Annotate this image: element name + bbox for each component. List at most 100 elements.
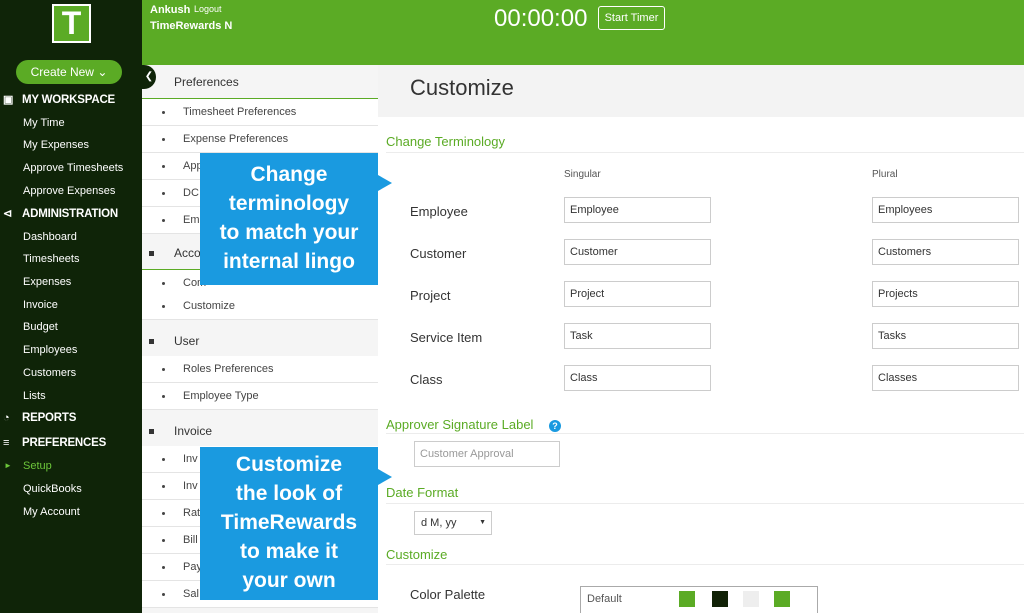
color-swatch — [743, 591, 759, 607]
monitor-icon: ▣ — [3, 94, 14, 106]
company-name: TimeRewards N — [150, 20, 233, 32]
pref-item-timesheet[interactable]: Timesheet Preferences — [142, 99, 378, 126]
pref-item-label: Em — [183, 214, 200, 226]
app-logo[interactable]: T — [52, 4, 91, 43]
term-label-customer: Customer — [410, 246, 467, 261]
date-format-select[interactable]: d M, yy ▼ — [414, 511, 492, 535]
sidebar-item-customers[interactable]: Customers — [23, 363, 76, 383]
color-palette-label: Color Palette — [410, 587, 486, 602]
class-singular-input[interactable]: Class — [564, 365, 711, 391]
sidebar-item-employees[interactable]: Employees — [23, 340, 77, 360]
approver-signature-input[interactable]: Customer Approval — [414, 441, 560, 467]
caret-down-icon: ▼ — [479, 519, 486, 526]
pref-head-label: User — [174, 334, 200, 348]
square-bullet-icon — [149, 251, 154, 256]
callout-line: to match your — [219, 221, 359, 244]
sidebar-item-invoice[interactable]: Invoice — [23, 295, 58, 315]
help-icon[interactable]: ? — [549, 420, 561, 432]
sidebar-item-my-expenses[interactable]: My Expenses — [23, 135, 89, 155]
bullet-icon — [162, 566, 165, 569]
page-title: Customize — [410, 75, 514, 100]
pref-item-label: Employee Type — [183, 390, 259, 402]
plural-column-label: Plural — [872, 169, 898, 180]
sidebar-item-setup[interactable]: Setup — [23, 456, 52, 476]
main-content: Customize Change Terminology Singular Pl… — [378, 65, 1024, 613]
callout-line: your own — [242, 569, 336, 592]
customer-singular-input[interactable]: Customer — [564, 239, 711, 265]
nav-section-workspace[interactable]: ▣ MY WORKSPACE — [0, 90, 142, 110]
callout-line: Change — [250, 163, 328, 186]
sidebar-item-approve-expenses[interactable]: Approve Expenses — [23, 181, 115, 201]
callout-line: the look of — [235, 482, 343, 505]
sidebar-item-approve-timesheets[interactable]: Approve Timesheets — [23, 158, 123, 178]
top-bar: Ankush Logout TimeRewards N 00:00:00 Sta… — [142, 0, 1024, 65]
employee-plural-input[interactable]: Employees — [872, 197, 1019, 223]
chevron-down-icon: ⌄ — [97, 65, 108, 79]
color-palette-option[interactable]: Default — [580, 586, 818, 613]
pref-item-label: Bill — [183, 534, 198, 546]
logout-link[interactable]: Logout — [194, 4, 222, 14]
bullet-icon — [162, 138, 165, 141]
nav-section-label: REPORTS — [22, 412, 77, 424]
nav-section-label: ADMINISTRATION — [22, 208, 119, 220]
pref-group-invoice[interactable]: Invoice — [142, 414, 378, 448]
pref-item-label: Timesheet Preferences — [183, 106, 297, 118]
chevron-left-icon: ❮ — [144, 71, 154, 82]
pref-group-preferences[interactable]: Preferences — [142, 65, 378, 99]
color-swatch — [712, 591, 728, 607]
sidebar-item-lists[interactable]: Lists — [23, 386, 46, 406]
sidebar-item-quickbooks[interactable]: QuickBooks — [23, 479, 82, 499]
square-bullet-icon — [149, 339, 154, 344]
project-singular-input[interactable]: Project — [564, 281, 711, 307]
bullet-icon — [162, 305, 165, 308]
bullet-icon — [162, 593, 165, 596]
terminology-callout: Change terminology to match your interna… — [200, 153, 392, 285]
pref-item-expense[interactable]: Expense Preferences — [142, 126, 378, 153]
section-divider — [386, 503, 1024, 504]
pref-item-label: Roles Preferences — [183, 363, 274, 375]
sidebar-item-dashboard[interactable]: Dashboard — [23, 227, 77, 247]
customer-plural-input[interactable]: Customers — [872, 239, 1019, 265]
nav-section-preferences[interactable]: ≡ PREFERENCES — [0, 433, 142, 453]
section-title-approver: Approver Signature Label — [386, 417, 534, 432]
pref-item-employee-type[interactable]: Employee Type — [142, 383, 378, 410]
square-bullet-icon — [149, 429, 154, 434]
employee-singular-input[interactable]: Employee — [564, 197, 711, 223]
pref-item-label: Inv — [183, 480, 198, 492]
bullet-icon — [162, 192, 165, 195]
nav-section-reports[interactable]: ◔ REPORTS — [0, 408, 142, 428]
nav-section-label: MY WORKSPACE — [22, 94, 116, 106]
class-plural-input[interactable]: Classes — [872, 365, 1019, 391]
bullet-icon — [162, 512, 165, 515]
sidebar-item-expenses[interactable]: Expenses — [23, 272, 71, 292]
nav-section-administration[interactable]: ⊲ ADMINISTRATION — [0, 204, 142, 224]
timer-display: 00:00:00 — [494, 5, 588, 32]
term-label-service-item: Service Item — [410, 330, 483, 345]
user-name: Ankush — [150, 4, 191, 16]
bullet-icon — [162, 539, 165, 542]
service-item-singular-input[interactable]: Task — [564, 323, 711, 349]
nav-section-label: PREFERENCES — [22, 437, 107, 449]
section-divider — [386, 152, 1024, 153]
section-divider — [386, 433, 1024, 434]
section-divider — [386, 564, 1024, 565]
date-format-value: d M, yy — [421, 517, 457, 529]
pref-item-roles[interactable]: Roles Preferences — [142, 356, 378, 383]
sidebar-item-my-time[interactable]: My Time — [23, 113, 65, 133]
create-new-button[interactable]: Create New ⌄ — [16, 60, 122, 84]
sidebar-item-my-account[interactable]: My Account — [23, 502, 80, 522]
pref-group-user[interactable]: User — [142, 324, 378, 358]
sidebar-item-timesheets[interactable]: Timesheets — [23, 249, 79, 269]
pref-item-customize[interactable]: Customize — [142, 293, 378, 320]
bullet-icon — [162, 368, 165, 371]
term-label-class: Class — [410, 372, 443, 387]
service-item-plural-input[interactable]: Tasks — [872, 323, 1019, 349]
project-plural-input[interactable]: Projects — [872, 281, 1019, 307]
sidebar-item-budget[interactable]: Budget — [23, 317, 58, 337]
color-swatch — [679, 591, 695, 607]
customize-callout: Customize the look of TimeRewards to mak… — [200, 447, 392, 600]
callout-line: Customize — [235, 453, 343, 476]
pref-item-label: Sal — [183, 588, 199, 600]
start-timer-button[interactable]: Start Timer — [598, 6, 665, 30]
section-title-customize: Customize — [386, 547, 448, 562]
